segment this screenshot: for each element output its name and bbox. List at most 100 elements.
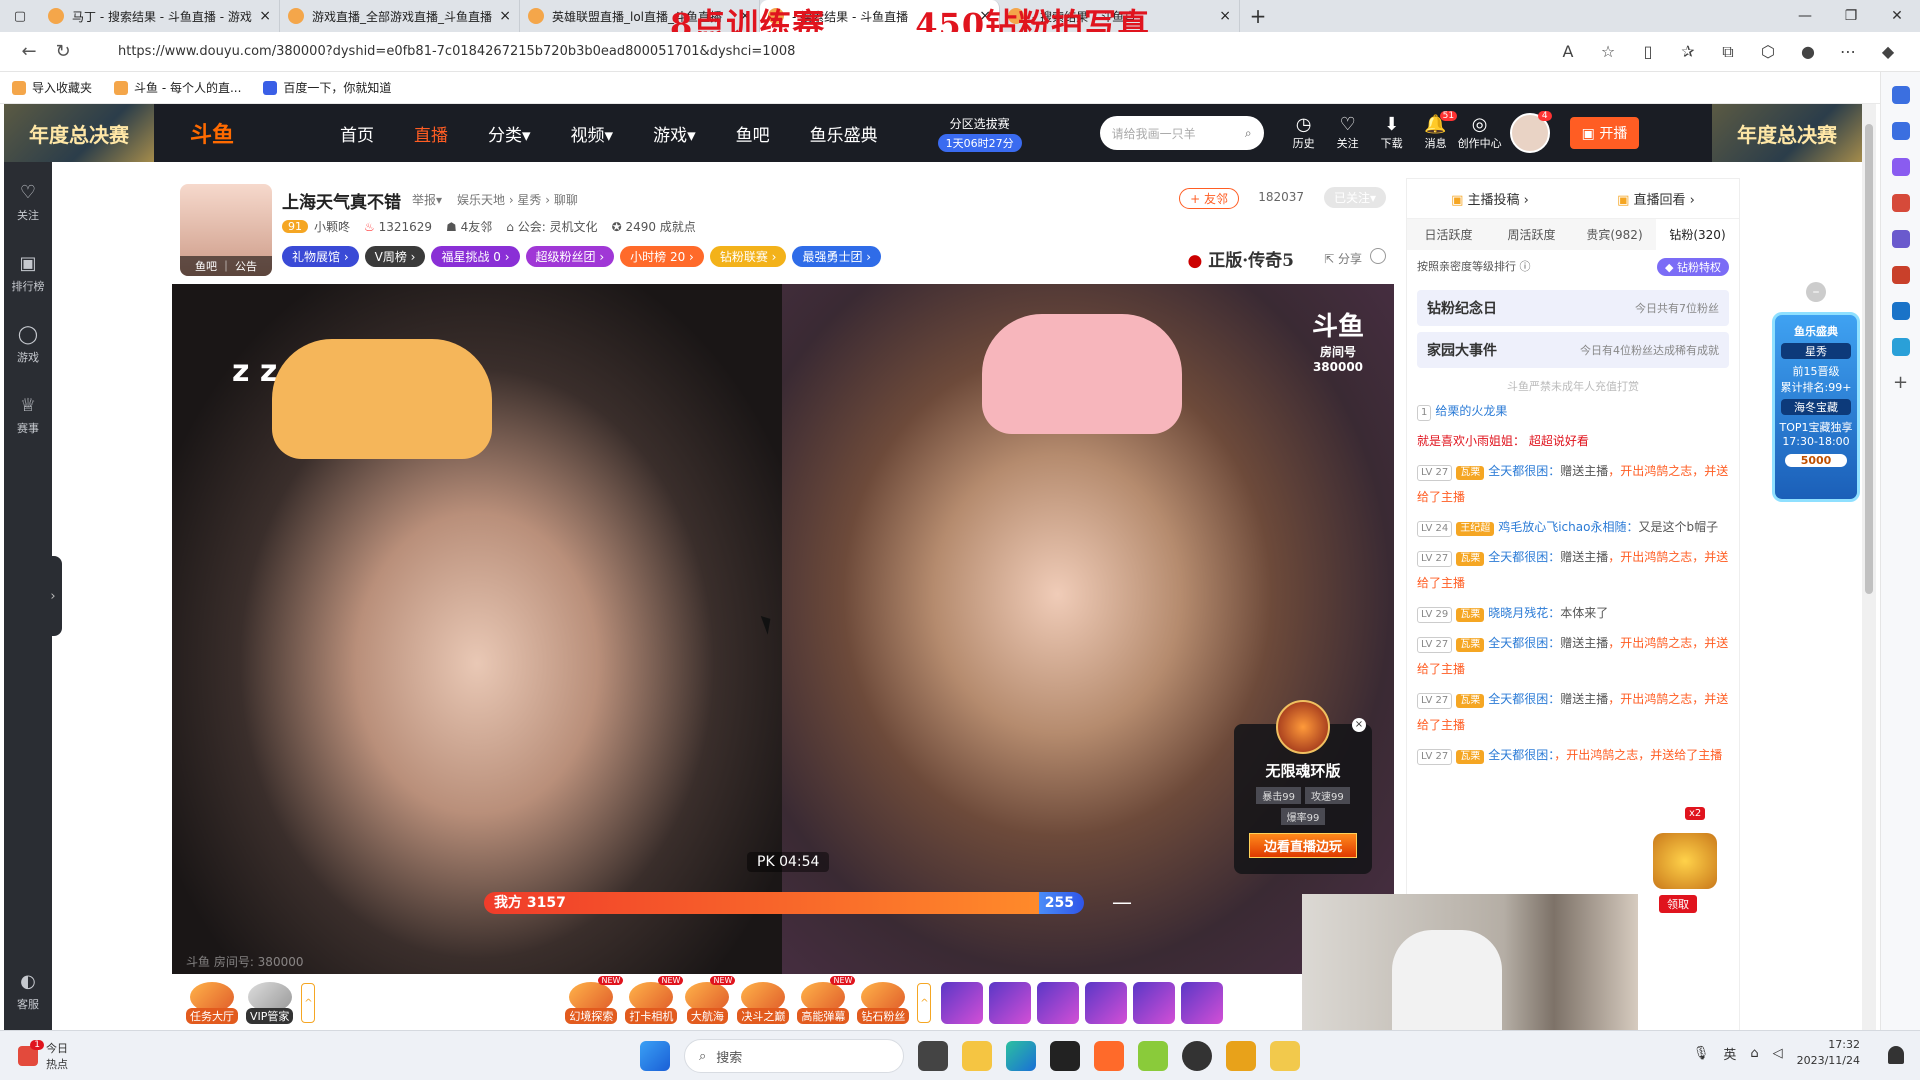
file-explorer-icon[interactable]	[962, 1041, 992, 1071]
history-button[interactable]: ◷ 历史	[1282, 115, 1326, 151]
bell-icon[interactable]	[1891, 86, 1910, 104]
browser-tab[interactable]: 游戏直播_全部游戏直播_斗鱼直播 ×	[280, 0, 520, 32]
feature-entry[interactable]: 决斗之巅	[737, 982, 790, 1024]
ime-indicator[interactable]: 英	[1723, 1044, 1736, 1063]
gift-icon[interactable]	[1037, 982, 1080, 1024]
treasure-chest-icon[interactable]	[1653, 833, 1717, 889]
browser-tab[interactable]: 英雄联盟直播_lol直播_斗鱼直播 ×	[520, 0, 760, 32]
notification-icon[interactable]	[1888, 1046, 1904, 1064]
vip-manager-button[interactable]: VIP管家	[246, 982, 294, 1024]
network-icon[interactable]: ⌂	[1750, 1046, 1758, 1061]
outlook-icon[interactable]	[1891, 302, 1910, 320]
favorites-icon[interactable]: ✰	[1668, 42, 1708, 61]
nav-category[interactable]: 分类▾	[468, 121, 551, 146]
tab-close-icon[interactable]: ×	[979, 8, 991, 24]
url-field[interactable]: https://www.douyu.com/380000?dyshid=e0fb…	[88, 37, 1540, 67]
chat-nickname[interactable]: 全天都很困：	[1488, 464, 1560, 478]
close-window-icon[interactable]: ✕	[1874, 0, 1920, 32]
rail-events[interactable]: ♕ 赛事	[4, 375, 52, 446]
rail-games[interactable]: ◯ 游戏	[4, 304, 52, 375]
chat-nickname[interactable]: 全天都很困：	[1488, 692, 1560, 706]
app-icon[interactable]	[1226, 1041, 1256, 1071]
douyu-app-icon[interactable]	[1094, 1041, 1124, 1071]
split-screen-icon[interactable]: ▯	[1628, 42, 1668, 61]
more-options-icon[interactable]	[1370, 248, 1386, 264]
tab-weekly-activity[interactable]: 周活跃度	[1490, 219, 1573, 250]
send-icon[interactable]	[1891, 338, 1910, 356]
refresh-icon[interactable]: ↻	[46, 37, 80, 67]
nav-live[interactable]: 直播	[394, 121, 468, 146]
feature-entry[interactable]: 打卡相机 NEW	[625, 976, 684, 1024]
tab-close-icon[interactable]: ×	[499, 8, 511, 24]
office-icon[interactable]	[1891, 266, 1910, 284]
game-promo-card[interactable]: × 无限魂环版 暴击99 攻速99 爆率99 边看直播边玩	[1234, 700, 1372, 874]
read-aloud-icon[interactable]: A	[1548, 42, 1588, 61]
rail-ranking[interactable]: ▣ 排行榜	[4, 233, 52, 304]
claim-button[interactable]: 领取	[1659, 895, 1697, 913]
help-icon[interactable]: ⓘ	[1520, 260, 1531, 273]
video-player[interactable]: z z 斗鱼 房间号 380000 PK 04:54 我方 3157 255 对…	[172, 284, 1394, 974]
activity-badge[interactable]: 小时榜 20 ›	[620, 246, 704, 267]
chat-nickname[interactable]: 晓晓月残花：	[1488, 606, 1560, 620]
browser-tab[interactable]: - 搜索结果 - 斗鱼直 ×	[1000, 0, 1240, 32]
festival-side-promo[interactable]: 鱼乐盛典 星秀 前15晋级 累计排名:99+ 海冬宝藏 TOP1宝藏独享 17:…	[1772, 312, 1860, 502]
guild[interactable]: ⌂ 公会: 灵机文化	[506, 218, 597, 235]
finals-banner[interactable]: 年度总决赛	[4, 104, 154, 162]
activity-badge[interactable]: 礼物展馆 ›	[282, 246, 359, 267]
download-button[interactable]: ⬇ 下载	[1370, 115, 1414, 151]
tools-icon[interactable]	[1891, 194, 1910, 212]
nav-festival[interactable]: 鱼乐盛典	[790, 121, 898, 146]
gift-icon[interactable]	[1181, 982, 1224, 1024]
windows-start-icon[interactable]	[640, 1041, 670, 1071]
search-input[interactable]: 请给我画一只羊 ⌕	[1099, 116, 1264, 150]
rail-support[interactable]: ◐ 客服	[4, 951, 52, 1022]
bookmark-item[interactable]: 导入收藏夹	[12, 79, 92, 96]
streamer-posts-link[interactable]: ▣ 主播投稿 ›	[1451, 189, 1529, 208]
browser-tab-active[interactable]: - 搜索结果 - 斗鱼直播 ×	[760, 0, 1000, 32]
rail-expand-toggle[interactable]: ›	[44, 556, 62, 636]
tab-actions-icon[interactable]: ▢	[0, 0, 40, 32]
app-icon[interactable]	[1270, 1041, 1300, 1071]
gift-icon[interactable]	[941, 982, 984, 1024]
games-icon[interactable]	[1891, 230, 1910, 248]
gift-icon[interactable]	[989, 982, 1032, 1024]
chat-nickname[interactable]: 全天都很困：	[1488, 550, 1560, 564]
play-while-watching-button[interactable]: 边看直播边玩	[1249, 833, 1357, 858]
home-event-notice[interactable]: 家园大事件 今日有4位粉丝达成稀有成就	[1417, 332, 1729, 368]
copilot-icon[interactable]: ◆	[1868, 42, 1908, 61]
back-icon[interactable]: ←	[12, 37, 46, 67]
selection-contest[interactable]: 分区选拔赛 1天06时27分	[937, 115, 1022, 152]
browser-tab[interactable]: 马丁 - 搜索结果 - 斗鱼直播 - 游戏 ×	[40, 0, 280, 32]
tab-vip[interactable]: 贵宾(982)	[1573, 219, 1656, 250]
streamer-avatar[interactable]: 鱼吧 ｜ 公告	[180, 184, 272, 276]
nav-yuba[interactable]: 鱼吧	[716, 121, 790, 146]
ad-game-logo[interactable]: ● 正版·传奇5	[1187, 246, 1294, 271]
clock[interactable]: 17:32 2023/11/24	[1797, 1037, 1860, 1069]
achievements[interactable]: ✪ 2490 成就点	[612, 218, 696, 235]
friends-count[interactable]: ☗ 4友邻	[446, 218, 492, 235]
category-breadcrumb[interactable]: 娱乐天地 › 星秀 › 聊聊	[457, 191, 578, 208]
avatar-caption[interactable]: 鱼吧 ｜ 公告	[180, 256, 272, 276]
taskbar-search[interactable]: ⌕ 搜索	[684, 1039, 904, 1073]
finals-banner-right[interactable]: 年度总决赛	[1712, 104, 1862, 162]
nav-games[interactable]: 游戏▾	[633, 121, 716, 146]
feature-entry[interactable]: 钻石粉丝	[857, 982, 910, 1024]
microphone-icon[interactable]: 🎙	[1693, 1046, 1710, 1061]
gift-icon[interactable]	[1085, 982, 1128, 1024]
app-icon[interactable]	[1138, 1041, 1168, 1071]
tab-close-icon[interactable]: ×	[739, 8, 751, 24]
scrollbar-thumb[interactable]	[1865, 124, 1873, 594]
followed-button[interactable]: 已关注▾	[1323, 187, 1386, 208]
search-icon[interactable]: ⌕	[1245, 126, 1252, 141]
follow-button[interactable]: ♡ 关注	[1326, 115, 1370, 151]
report-button[interactable]: 举报▾	[412, 191, 442, 208]
task-hall-button[interactable]: 任务大厅	[186, 982, 238, 1024]
tab-diamond-fans[interactable]: 钻粉(320)	[1656, 219, 1739, 250]
bookmark-item[interactable]: 百度一下，你就知道	[263, 79, 391, 96]
app-icon[interactable]	[1182, 1041, 1212, 1071]
shopping-icon[interactable]	[1891, 158, 1910, 176]
start-stream-button[interactable]: ▣ 开播	[1569, 117, 1640, 149]
extensions-icon[interactable]: ⬡	[1748, 42, 1788, 61]
add-icon[interactable]: +	[1892, 374, 1910, 392]
collections-icon[interactable]: ⧉	[1708, 42, 1748, 62]
